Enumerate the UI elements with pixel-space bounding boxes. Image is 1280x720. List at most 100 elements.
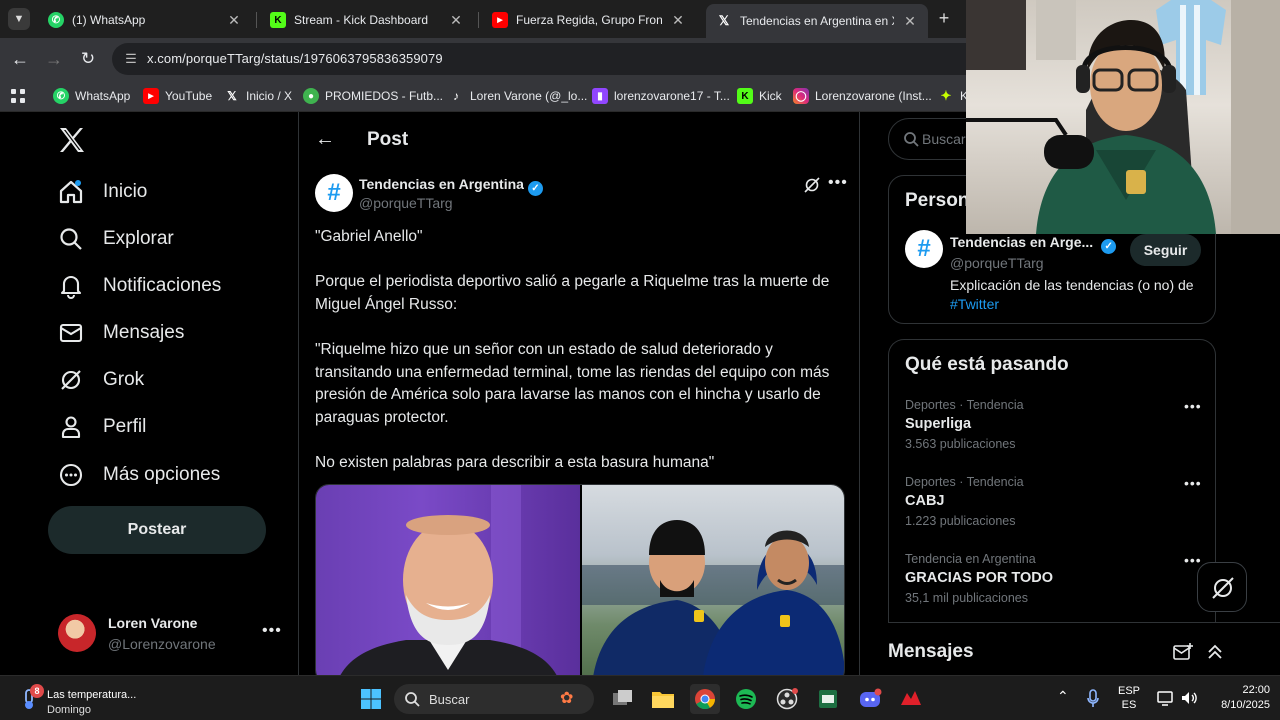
reload-icon[interactable]: ↻: [76, 47, 100, 71]
close-icon[interactable]: ✕: [448, 12, 464, 29]
tab-title: Stream - Kick Dashboard: [294, 13, 429, 27]
author-handle[interactable]: @porqueTTarg: [359, 195, 453, 211]
grok-floating-button[interactable]: [1197, 562, 1247, 612]
spotify-icon[interactable]: [731, 684, 761, 714]
account-name: Loren Varone: [108, 615, 198, 631]
grok-icon: [1212, 577, 1234, 599]
nav-grok[interactable]: Grok: [58, 360, 144, 400]
nav-inicio[interactable]: Inicio: [58, 172, 147, 212]
post-text-paragraph: Porque el periodista deportivo salió a p…: [315, 273, 830, 313]
discord-icon[interactable]: [855, 684, 885, 714]
close-icon[interactable]: ✕: [902, 13, 918, 30]
tab-x-active[interactable]: 𝕏 Tendencias en Argentina en X: " ✕: [706, 4, 928, 38]
kick-icon: K: [270, 12, 286, 28]
bookmark-tiktok[interactable]: ♪ Loren Varone (@_lo...: [448, 86, 587, 106]
post-media[interactable]: [315, 484, 845, 675]
language-secondary: ES: [1121, 699, 1137, 711]
clock[interactable]: 22:00 8/10/2025: [1200, 684, 1270, 711]
windows-start-icon[interactable]: [356, 684, 386, 714]
bookmark-label: lorenzovarone17 - T...: [614, 89, 730, 103]
file-explorer-icon[interactable]: [648, 684, 678, 714]
close-icon[interactable]: ✕: [226, 12, 242, 29]
nav-label: Perfil: [103, 416, 147, 437]
trend-name[interactable]: GRACIAS POR TODO: [905, 570, 1053, 586]
weather-subtitle: Domingo: [47, 704, 92, 716]
more-icon[interactable]: •••: [262, 622, 282, 640]
tab-whatsapp[interactable]: ✆ (1) WhatsApp ✕: [38, 6, 252, 34]
taskbar-search-input[interactable]: Buscar ✿: [394, 684, 594, 714]
kick-icon: ✦: [940, 88, 952, 103]
instagram-icon: ◯: [793, 88, 809, 104]
bookmark-label: Loren Varone (@_lo...: [470, 89, 588, 103]
nav-label: Notificaciones: [103, 275, 222, 296]
promiedos-icon: ●: [303, 88, 319, 104]
media-image-left[interactable]: [316, 485, 580, 675]
bookmark-promiedos[interactable]: ● PROMIEDOS - Futb...: [303, 86, 443, 106]
mail-icon: [58, 320, 84, 346]
excel-icon[interactable]: [813, 684, 843, 714]
nav-mensajes[interactable]: Mensajes: [58, 313, 184, 353]
obs-icon[interactable]: [772, 684, 802, 714]
main-column: ← Post # Tendencias en Argentina ✓ @porqu…: [298, 112, 860, 675]
trend-name[interactable]: Superliga: [905, 416, 971, 432]
nav-label: Más opciones: [103, 464, 221, 485]
nav-perfil[interactable]: Perfil: [58, 407, 146, 447]
nav-notificaciones[interactable]: Notificaciones: [58, 266, 221, 306]
post-text-paragraph: "Riquelme hizo que un señor con un estad…: [315, 341, 830, 426]
apps-icon[interactable]: [10, 86, 26, 106]
expand-up-icon[interactable]: [1206, 643, 1224, 661]
bookmark-twitch[interactable]: ▮ lorenzovarone17 - T...: [592, 86, 730, 106]
media-image-right[interactable]: [582, 485, 844, 675]
author-name[interactable]: Tendencias en Argentina ✓: [359, 176, 543, 196]
x-logo-icon[interactable]: [56, 124, 88, 156]
back-icon[interactable]: ←: [8, 47, 32, 71]
bookmark-kick[interactable]: K Kick: [737, 86, 782, 106]
microphone-icon[interactable]: [1086, 689, 1100, 709]
bookmark-x[interactable]: 𝕏 Inicio / X: [224, 86, 292, 106]
avatar: [58, 614, 96, 652]
follow-suggestion-name[interactable]: Tendencias en Arge... ✓: [950, 234, 1117, 254]
nav-explorar[interactable]: Explorar: [58, 219, 174, 259]
back-arrow-icon[interactable]: ←: [315, 128, 335, 151]
bookmark-youtube[interactable]: ▶ YouTube: [143, 86, 212, 106]
follow-button[interactable]: Seguir: [1130, 234, 1201, 266]
post-text-line: No existen palabras para describir a est…: [315, 454, 715, 471]
app-red-icon[interactable]: [896, 684, 926, 714]
trend-name[interactable]: CABJ: [905, 493, 944, 509]
tab-kick[interactable]: K Stream - Kick Dashboard ✕: [260, 6, 474, 34]
forward-icon[interactable]: →: [42, 47, 66, 71]
volume-icon[interactable]: [1180, 689, 1198, 707]
bookmark-label: Kick: [759, 89, 782, 103]
task-view-icon[interactable]: [608, 684, 638, 714]
avatar[interactable]: #: [905, 230, 943, 268]
bookmark-label: PROMIEDOS - Futb...: [325, 89, 444, 103]
trend-meta: Deportes · Tendencia: [905, 398, 1024, 412]
more-icon[interactable]: •••: [828, 174, 848, 192]
site-info-icon[interactable]: ☰: [122, 50, 140, 68]
close-icon[interactable]: ✕: [670, 12, 686, 29]
address-bar[interactable]: ☰ x.com/porqueTTarg/status/1976063795836…: [112, 43, 982, 75]
bookmark-k[interactable]: ✦ K: [938, 86, 968, 106]
tab-search-button[interactable]: ▼: [8, 8, 30, 30]
nav-mas-opciones[interactable]: Más opciones: [58, 455, 220, 495]
new-tab-button[interactable]: +: [934, 8, 954, 28]
author-avatar[interactable]: #: [315, 174, 353, 212]
chrome-icon[interactable]: [690, 684, 720, 714]
more-icon[interactable]: •••: [1184, 475, 1202, 491]
account-switcher[interactable]: Loren Varone @Lorenzovarone •••: [58, 612, 282, 658]
new-message-icon[interactable]: [1173, 643, 1193, 661]
webcam-overlay: [966, 0, 1280, 234]
language-indicator[interactable]: ESP ES: [1116, 685, 1142, 711]
post-button[interactable]: Postear: [48, 506, 266, 554]
taskbar-search-placeholder: Buscar: [429, 692, 470, 707]
hashtag-link[interactable]: #Twitter: [950, 296, 999, 312]
messages-drawer[interactable]: Mensajes: [888, 622, 1280, 675]
bookmark-instagram[interactable]: ◯ Lorenzovarone (Inst...: [793, 86, 932, 106]
more-icon[interactable]: •••: [1184, 398, 1202, 414]
tab-youtube[interactable]: ▶ Fuerza Regida, Grupo Frontera ✕: [482, 6, 696, 34]
grok-icon[interactable]: [803, 176, 821, 194]
network-icon[interactable]: [1157, 689, 1175, 707]
bookmark-whatsapp[interactable]: ✆ WhatsApp: [53, 86, 130, 106]
more-icon[interactable]: •••: [1184, 552, 1202, 568]
tray-overflow-icon[interactable]: ⌃: [1057, 688, 1069, 705]
